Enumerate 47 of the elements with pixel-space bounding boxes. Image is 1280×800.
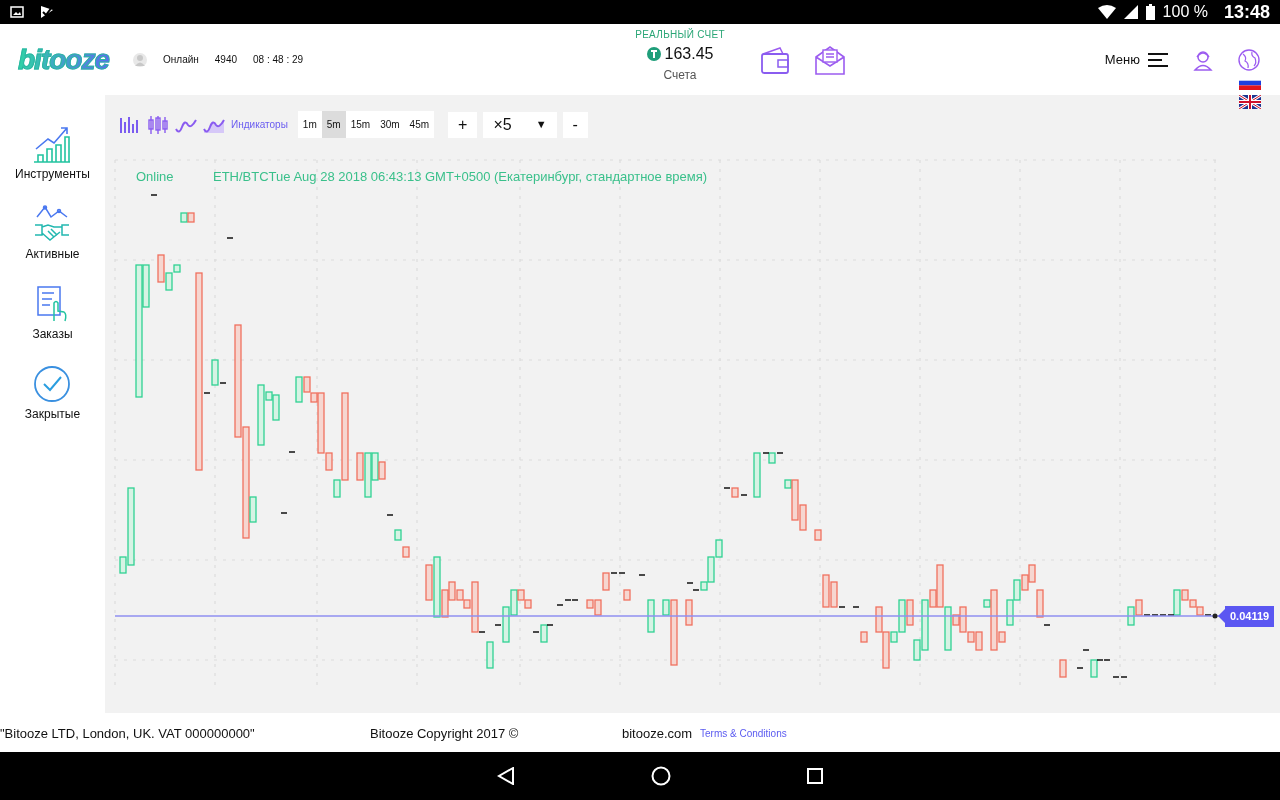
menu-icon[interactable] bbox=[1148, 51, 1168, 68]
menu-button[interactable]: Меню bbox=[1104, 49, 1168, 70]
recent-apps-icon[interactable] bbox=[807, 768, 823, 784]
support-agent-icon[interactable] bbox=[1192, 48, 1214, 71]
indicators-button[interactable]: Индикаторы bbox=[231, 117, 292, 132]
sidebar-item[interactable]: Закрытые bbox=[24, 365, 81, 423]
coin-icon bbox=[646, 47, 661, 61]
handshake-icon bbox=[34, 205, 71, 243]
globe-icon[interactable] bbox=[1238, 48, 1260, 71]
site-address: bitooze.com bbox=[622, 725, 693, 743]
battery-icon bbox=[1145, 4, 1155, 20]
account-type: РЕАЛЬНЫЙ СЧЕТ bbox=[635, 27, 725, 42]
sidebar-item[interactable]: Заказы bbox=[32, 285, 73, 343]
copyright: Bitooze Copyright 2017 © bbox=[370, 725, 519, 743]
image-icon bbox=[10, 6, 24, 18]
avatar-icon bbox=[133, 52, 147, 67]
candlestick-icon[interactable] bbox=[147, 114, 169, 135]
zoom-out-button[interactable]: - bbox=[562, 111, 588, 138]
uk-flag-icon[interactable] bbox=[1239, 95, 1261, 109]
bar-chart-icon[interactable] bbox=[119, 115, 141, 134]
online-count: 4940 bbox=[214, 53, 238, 67]
price-pointer bbox=[1218, 609, 1225, 623]
bar-chart-growth-icon bbox=[34, 125, 71, 163]
price-dot bbox=[1212, 613, 1218, 619]
sidebar-item[interactable]: Инструменты bbox=[15, 125, 90, 183]
signal-icon bbox=[1123, 5, 1138, 19]
company-info: "Bitooze LTD, London, UK. VAT 000000000" bbox=[0, 725, 255, 743]
checklist-hand-icon bbox=[36, 285, 69, 323]
zoom-in-button[interactable]: + bbox=[448, 111, 478, 138]
mail-icon[interactable] bbox=[814, 43, 846, 76]
terms-link[interactable]: Terms & Conditions bbox=[700, 726, 787, 741]
status-time: 13:48 bbox=[1223, 0, 1270, 24]
balance: 163.45 bbox=[664, 44, 714, 64]
timeframe-tab[interactable]: 5m bbox=[321, 111, 346, 138]
clock: 08 : 48 : 29 bbox=[253, 53, 304, 67]
back-icon[interactable] bbox=[497, 767, 515, 785]
home-icon[interactable] bbox=[651, 766, 671, 786]
sidebar-item[interactable]: Активные bbox=[25, 205, 80, 263]
multiplier-dropdown[interactable]: ×5 ▼ bbox=[483, 111, 557, 138]
wallet-icon[interactable] bbox=[760, 44, 790, 75]
chart-title: ETH/BTCTue Aug 28 2018 06:43:13 GMT+0500 (Екатеринбург, стандартное время) bbox=[213, 168, 708, 186]
wifi-icon bbox=[1097, 5, 1116, 19]
connection-status: Online bbox=[136, 168, 174, 186]
online-label: Онлайн bbox=[163, 53, 199, 67]
accounts-link[interactable]: Счета bbox=[663, 66, 697, 84]
battery-percent: 100 % bbox=[1162, 2, 1208, 22]
checkmark-circle-icon bbox=[33, 365, 72, 403]
